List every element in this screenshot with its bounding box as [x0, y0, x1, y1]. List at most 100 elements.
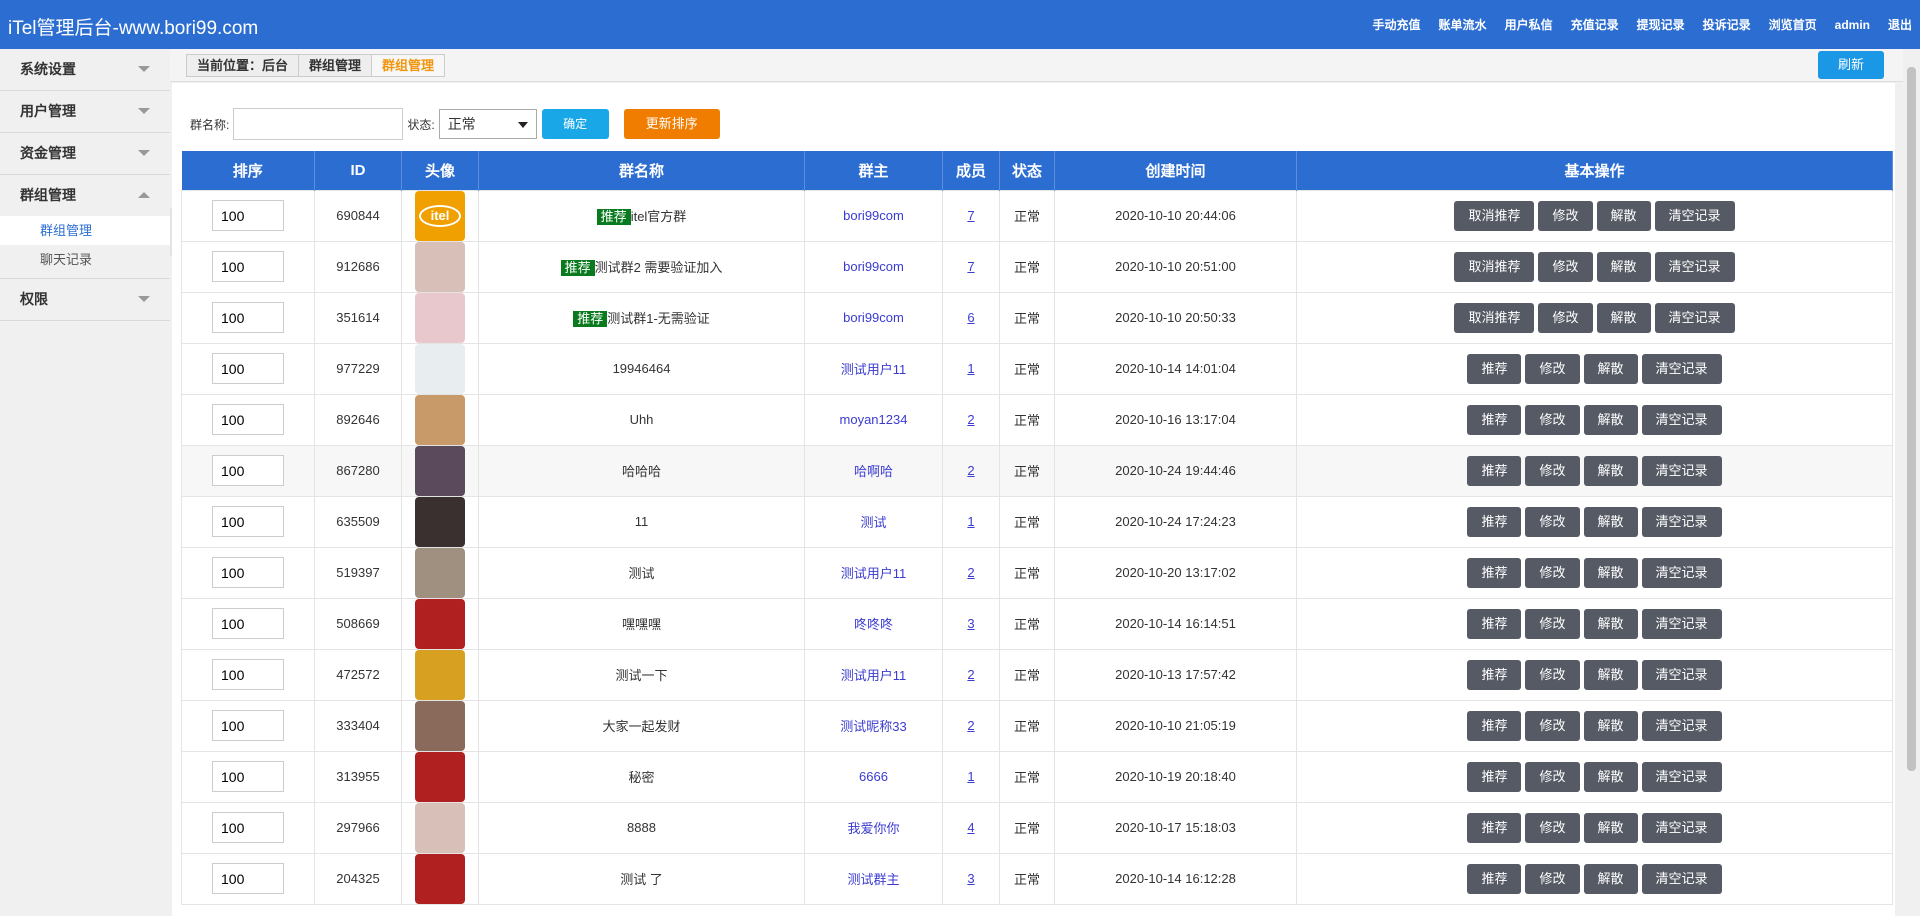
recommend-button[interactable]: 推荐: [1467, 863, 1522, 894]
order-input[interactable]: [212, 761, 284, 792]
sidebar-item[interactable]: 聊天记录: [0, 245, 170, 274]
edit-button[interactable]: 修改: [1525, 710, 1580, 741]
recommend-button[interactable]: 推荐: [1467, 353, 1522, 384]
edit-button[interactable]: 修改: [1525, 863, 1580, 894]
edit-button[interactable]: 修改: [1538, 200, 1593, 231]
order-input[interactable]: [212, 608, 284, 639]
topnav-link[interactable]: 账单流水: [1439, 16, 1487, 33]
clear-records-button[interactable]: 清空记录: [1641, 557, 1722, 588]
unrecommend-button[interactable]: 取消推荐: [1454, 302, 1535, 333]
clear-records-button[interactable]: 清空记录: [1654, 200, 1735, 231]
recommend-button[interactable]: 推荐: [1467, 404, 1522, 435]
members-link[interactable]: 1: [967, 769, 974, 784]
owner-link[interactable]: 6666: [859, 769, 888, 784]
order-input[interactable]: [212, 812, 284, 843]
dissolve-button[interactable]: 解散: [1583, 455, 1638, 486]
owner-link[interactable]: 我爱你你: [847, 821, 899, 836]
topnav-link[interactable]: 投诉记录: [1703, 16, 1751, 33]
order-input[interactable]: [212, 659, 284, 690]
recommend-button[interactable]: 推荐: [1467, 557, 1522, 588]
topnav-link[interactable]: 浏览首页: [1769, 16, 1817, 33]
members-link[interactable]: 7: [967, 259, 974, 274]
owner-link[interactable]: moyan1234: [840, 412, 908, 427]
dissolve-button[interactable]: 解散: [1583, 863, 1638, 894]
members-link[interactable]: 6: [967, 310, 974, 325]
topnav-link[interactable]: 充值记录: [1571, 16, 1619, 33]
dissolve-button[interactable]: 解散: [1583, 659, 1638, 690]
members-link[interactable]: 3: [967, 616, 974, 631]
dissolve-button[interactable]: 解散: [1596, 251, 1651, 282]
clear-records-button[interactable]: 清空记录: [1641, 404, 1722, 435]
recommend-button[interactable]: 推荐: [1467, 659, 1522, 690]
recommend-button[interactable]: 推荐: [1467, 710, 1522, 741]
owner-link[interactable]: 测试用户11: [841, 566, 907, 581]
members-link[interactable]: 4: [967, 820, 974, 835]
clear-records-button[interactable]: 清空记录: [1641, 863, 1722, 894]
clear-records-button[interactable]: 清空记录: [1654, 251, 1735, 282]
sidebar-group-header[interactable]: 群组管理: [0, 175, 170, 216]
dissolve-button[interactable]: 解散: [1583, 761, 1638, 792]
order-input[interactable]: [212, 251, 284, 282]
sidebar-group-header[interactable]: 资金管理: [0, 133, 170, 174]
dissolve-button[interactable]: 解散: [1583, 506, 1638, 537]
clear-records-button[interactable]: 清空记录: [1641, 506, 1722, 537]
order-input[interactable]: [212, 710, 284, 741]
topnav-link[interactable]: 手动充值: [1373, 16, 1421, 33]
owner-link[interactable]: 测试: [860, 515, 886, 530]
order-input[interactable]: [212, 455, 284, 486]
edit-button[interactable]: 修改: [1538, 302, 1593, 333]
edit-button[interactable]: 修改: [1525, 557, 1580, 588]
owner-link[interactable]: 测试用户11: [841, 362, 907, 377]
order-input[interactable]: [212, 353, 284, 384]
clear-records-button[interactable]: 清空记录: [1641, 812, 1722, 843]
unrecommend-button[interactable]: 取消推荐: [1454, 251, 1535, 282]
members-link[interactable]: 2: [967, 667, 974, 682]
topnav-link[interactable]: 用户私信: [1505, 16, 1553, 33]
dissolve-button[interactable]: 解散: [1596, 200, 1651, 231]
edit-button[interactable]: 修改: [1525, 455, 1580, 486]
sidebar-group-header[interactable]: 系统设置: [0, 49, 170, 90]
members-link[interactable]: 1: [967, 514, 974, 529]
topnav-link[interactable]: 提现记录: [1637, 16, 1685, 33]
order-input[interactable]: [212, 863, 284, 894]
clear-records-button[interactable]: 清空记录: [1641, 608, 1722, 639]
dissolve-button[interactable]: 解散: [1583, 812, 1638, 843]
recommend-button[interactable]: 推荐: [1467, 506, 1522, 537]
edit-button[interactable]: 修改: [1525, 404, 1580, 435]
clear-records-button[interactable]: 清空记录: [1641, 455, 1722, 486]
order-input[interactable]: [212, 302, 284, 333]
clear-records-button[interactable]: 清空记录: [1641, 761, 1722, 792]
edit-button[interactable]: 修改: [1525, 353, 1580, 384]
recommend-button[interactable]: 推荐: [1467, 812, 1522, 843]
recommend-button[interactable]: 推荐: [1467, 455, 1522, 486]
members-link[interactable]: 2: [967, 718, 974, 733]
owner-link[interactable]: 测试用户11: [841, 668, 907, 683]
clear-records-button[interactable]: 清空记录: [1641, 710, 1722, 741]
order-input[interactable]: [212, 200, 284, 231]
topnav-link[interactable]: admin: [1835, 18, 1870, 32]
refresh-button[interactable]: 刷新: [1818, 51, 1884, 79]
sidebar-item[interactable]: 群组管理: [0, 216, 170, 245]
members-link[interactable]: 2: [967, 463, 974, 478]
order-input[interactable]: [212, 506, 284, 537]
recommend-button[interactable]: 推荐: [1467, 761, 1522, 792]
members-link[interactable]: 1: [967, 361, 974, 376]
dissolve-button[interactable]: 解散: [1596, 302, 1651, 333]
members-link[interactable]: 2: [967, 412, 974, 427]
owner-link[interactable]: 咚咚咚: [854, 617, 893, 632]
dissolve-button[interactable]: 解散: [1583, 404, 1638, 435]
unrecommend-button[interactable]: 取消推荐: [1454, 200, 1535, 231]
sidebar-group-header[interactable]: 用户管理: [0, 91, 170, 132]
dissolve-button[interactable]: 解散: [1583, 608, 1638, 639]
members-link[interactable]: 3: [967, 871, 974, 886]
confirm-button[interactable]: 确定: [541, 109, 609, 139]
owner-link[interactable]: bori99com: [843, 310, 904, 325]
edit-button[interactable]: 修改: [1525, 659, 1580, 690]
edit-button[interactable]: 修改: [1525, 608, 1580, 639]
clear-records-button[interactable]: 清空记录: [1641, 659, 1722, 690]
breadcrumb-item[interactable]: 群组管理: [372, 55, 445, 76]
owner-link[interactable]: 测试昵称33: [840, 719, 906, 734]
clear-records-button[interactable]: 清空记录: [1641, 353, 1722, 384]
owner-link[interactable]: 测试群主: [847, 872, 899, 887]
dissolve-button[interactable]: 解散: [1583, 557, 1638, 588]
